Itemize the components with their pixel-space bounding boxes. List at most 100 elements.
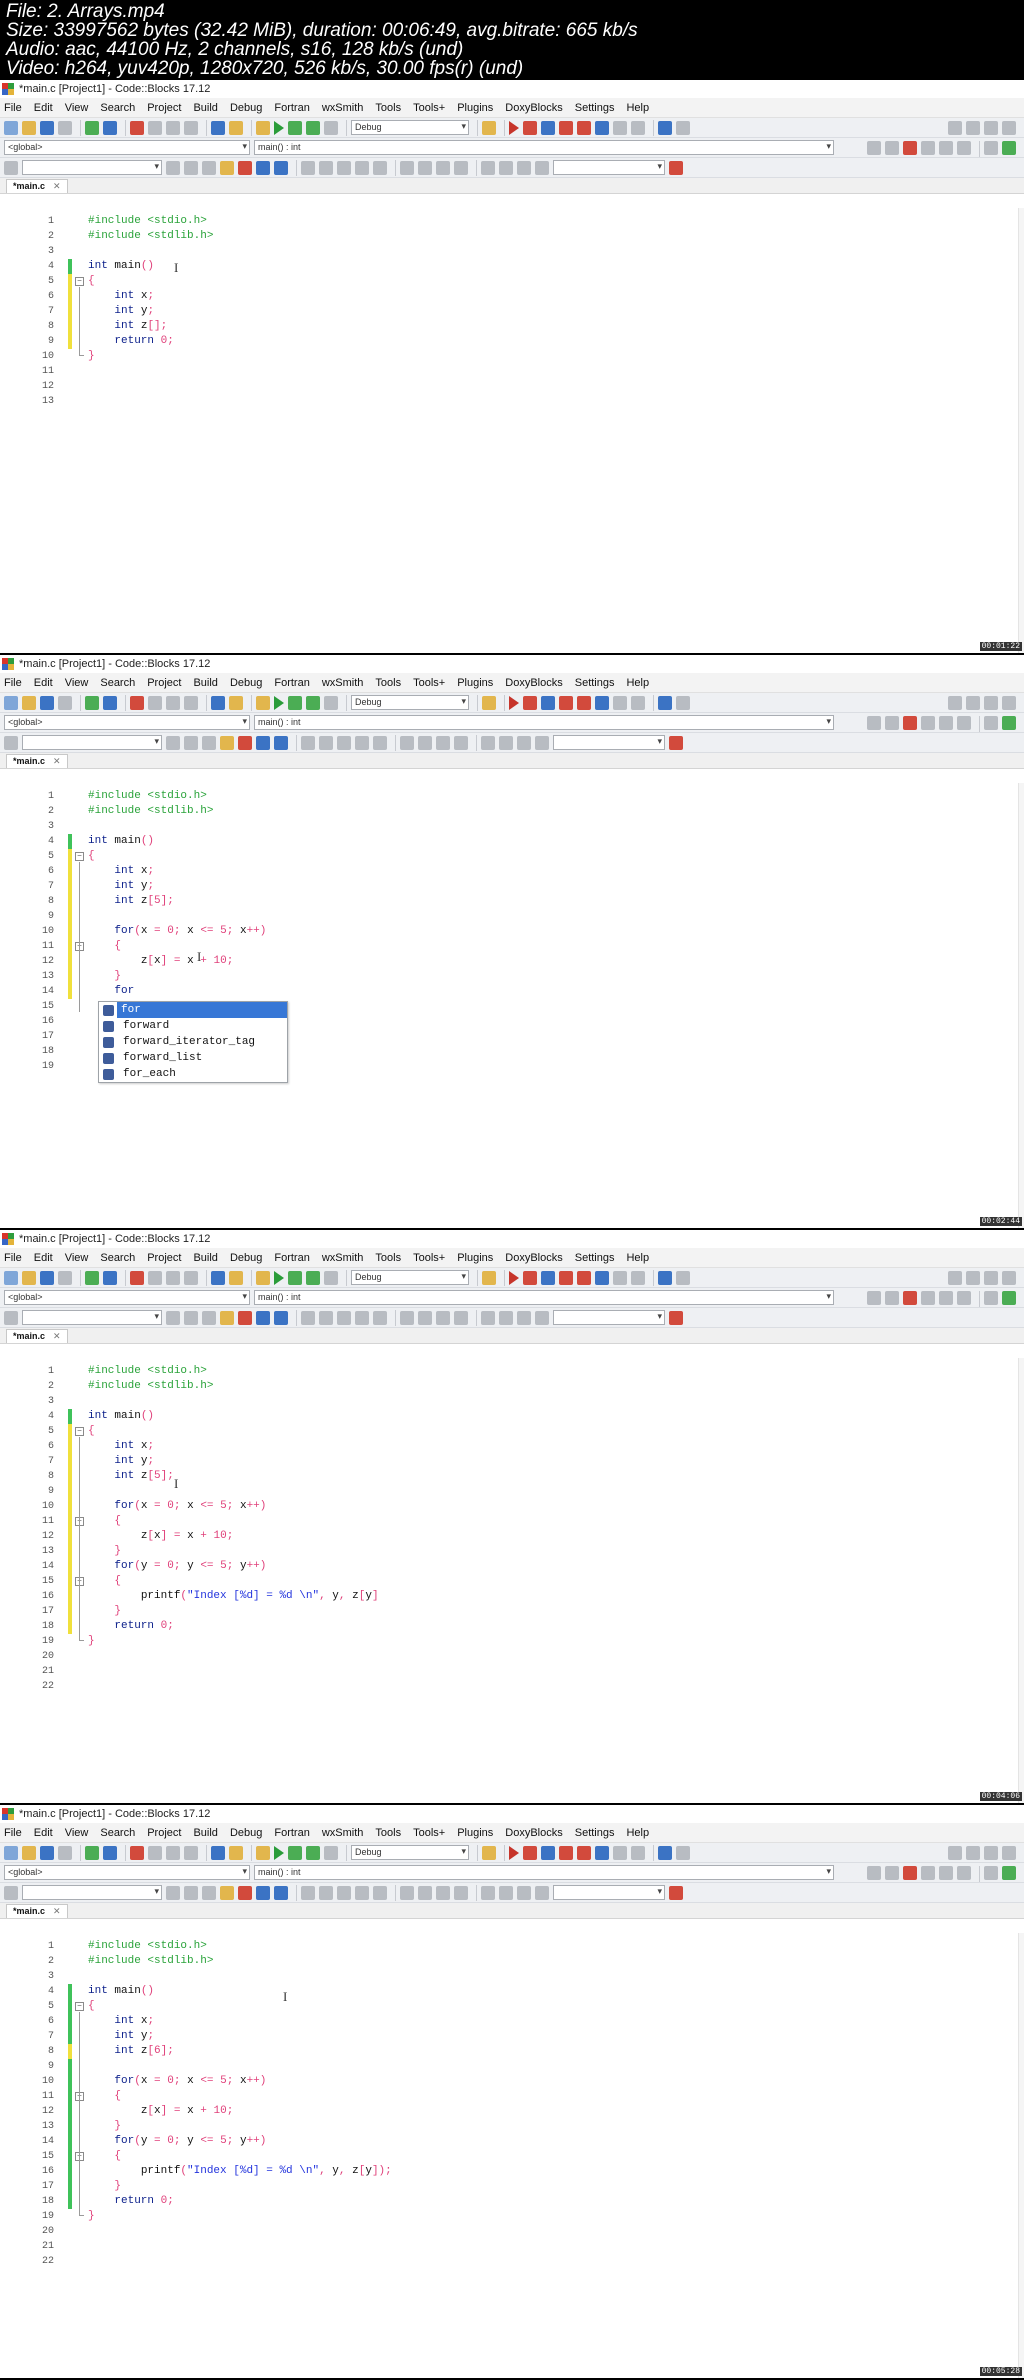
find-select[interactable] xyxy=(553,1885,665,1900)
toolbar-button-icon[interactable] xyxy=(966,1846,980,1860)
toolbar-button-icon[interactable] xyxy=(256,1845,270,1860)
toolbar-button-icon[interactable] xyxy=(229,1845,243,1860)
scope-select[interactable]: <global> xyxy=(4,715,250,730)
toolbar-button-icon[interactable] xyxy=(509,120,519,135)
toolbar-button-icon[interactable] xyxy=(436,735,450,750)
toolbar-button-icon[interactable] xyxy=(324,1845,338,1860)
toolbar-button-icon[interactable] xyxy=(658,1270,672,1285)
toolbar-button-icon[interactable] xyxy=(939,1866,953,1880)
toolbar-button-icon[interactable] xyxy=(957,1866,971,1880)
toolbar-button-icon[interactable] xyxy=(256,1310,270,1325)
toolbar-button-icon[interactable] xyxy=(274,120,284,135)
menu-edit[interactable]: Edit xyxy=(34,1252,53,1264)
toolbar-button-icon[interactable] xyxy=(103,695,117,710)
toolbar-button-icon[interactable] xyxy=(184,120,198,135)
toolbar-button-icon[interactable] xyxy=(148,1845,162,1860)
toolbar-button-icon[interactable] xyxy=(541,695,555,710)
toolbar-button-icon[interactable] xyxy=(337,1310,351,1325)
menu-doxyblocks[interactable]: DoxyBlocks xyxy=(505,1252,562,1264)
toolbar-button-icon[interactable] xyxy=(202,1885,216,1900)
toolbar-button-icon[interactable] xyxy=(130,120,144,135)
toolbar-button-icon[interactable] xyxy=(436,1885,450,1900)
editor-scrollbar[interactable] xyxy=(1018,1933,1024,2378)
toolbar-button-icon[interactable] xyxy=(499,735,513,750)
toolbar-button-icon[interactable] xyxy=(669,735,683,750)
toolbar-button-icon[interactable] xyxy=(984,121,998,135)
toolbar-button-icon[interactable] xyxy=(306,1270,320,1285)
toolbar-button-icon[interactable] xyxy=(130,695,144,710)
toolbar-button-icon[interactable] xyxy=(4,1270,18,1285)
toolbar-button-icon[interactable] xyxy=(454,735,468,750)
toolbar-button-icon[interactable] xyxy=(523,120,537,135)
menu-tools[interactable]: Tools+ xyxy=(413,677,445,689)
toolbar-button-icon[interactable] xyxy=(337,735,351,750)
toolbar-button-icon[interactable] xyxy=(288,695,302,710)
toolbar-button-icon[interactable] xyxy=(4,735,18,750)
menu-search[interactable]: Search xyxy=(100,1827,135,1839)
toolbar-button-icon[interactable] xyxy=(984,716,998,730)
menu-search[interactable]: Search xyxy=(100,102,135,114)
toolbar-button-icon[interactable] xyxy=(499,1885,513,1900)
code-editor[interactable]: 1 #include <stdio.h> 2 #include <stdlib.h> 3… xyxy=(0,1933,1024,2378)
toolbar-button-icon[interactable] xyxy=(306,1845,320,1860)
toolbar-button-icon[interactable] xyxy=(256,1270,270,1285)
toolbar-button-icon[interactable] xyxy=(481,160,495,175)
toolbar-button-icon[interactable] xyxy=(595,1845,609,1860)
toolbar-button-icon[interactable] xyxy=(535,160,549,175)
toolbar-button-icon[interactable] xyxy=(4,695,18,710)
toolbar-button-icon[interactable] xyxy=(238,1885,252,1900)
menu-tools[interactable]: Tools+ xyxy=(413,1252,445,1264)
toolbar-button-icon[interactable] xyxy=(903,1866,917,1880)
toolbar-button-icon[interactable] xyxy=(355,1885,369,1900)
toolbar-button-icon[interactable] xyxy=(454,1885,468,1900)
find-select[interactable] xyxy=(553,1310,665,1325)
toolbar-button-icon[interactable] xyxy=(166,1310,180,1325)
toolbar-button-icon[interactable] xyxy=(577,1845,591,1860)
toolbar-button-icon[interactable] xyxy=(481,1310,495,1325)
toolbar-button-icon[interactable] xyxy=(921,716,935,730)
toolbar-button-icon[interactable] xyxy=(499,1310,513,1325)
toolbar-button-icon[interactable] xyxy=(4,160,18,175)
toolbar-button-icon[interactable] xyxy=(577,1270,591,1285)
scope-select[interactable]: <global> xyxy=(4,1290,250,1305)
menu-edit[interactable]: Edit xyxy=(34,677,53,689)
menu-file[interactable]: File xyxy=(4,1827,22,1839)
toolbar-button-icon[interactable] xyxy=(559,1845,573,1860)
tab-main-c[interactable]: *main.c ✕ xyxy=(6,1904,68,1918)
toolbar-button-icon[interactable] xyxy=(559,1270,573,1285)
toolbar-button-icon[interactable] xyxy=(1002,121,1016,135)
autocomplete-popup[interactable]: for forward forward_iterator_tag forward_li… xyxy=(98,1001,288,1083)
menu-tools[interactable]: Tools+ xyxy=(413,1827,445,1839)
menu-help[interactable]: Help xyxy=(626,677,649,689)
menu-view[interactable]: View xyxy=(65,1252,89,1264)
toolbar-button-icon[interactable] xyxy=(1002,696,1016,710)
search-select[interactable] xyxy=(22,735,162,750)
toolbar-button-icon[interactable] xyxy=(288,1845,302,1860)
toolbar-button-icon[interactable] xyxy=(274,160,288,175)
toolbar-button-icon[interactable] xyxy=(482,695,496,710)
toolbar-button-icon[interactable] xyxy=(669,1310,683,1325)
toolbar-button-icon[interactable] xyxy=(306,695,320,710)
menu-view[interactable]: View xyxy=(65,102,89,114)
toolbar-button-icon[interactable] xyxy=(22,1270,36,1285)
toolbar-button-icon[interactable] xyxy=(184,695,198,710)
toolbar-button-icon[interactable] xyxy=(984,141,998,155)
autocomplete-item[interactable]: forward xyxy=(99,1018,287,1034)
toolbar-button-icon[interactable] xyxy=(355,160,369,175)
autocomplete-item[interactable]: for xyxy=(103,1002,287,1018)
menu-build[interactable]: Build xyxy=(193,677,217,689)
autocomplete-item[interactable]: for_each xyxy=(99,1066,287,1082)
tab-main-c[interactable]: *main.c ✕ xyxy=(6,754,68,768)
toolbar-button-icon[interactable] xyxy=(957,1291,971,1305)
toolbar-button-icon[interactable] xyxy=(58,120,72,135)
toolbar-button-icon[interactable] xyxy=(202,1310,216,1325)
toolbar-button-icon[interactable] xyxy=(319,160,333,175)
toolbar-button-icon[interactable] xyxy=(658,695,672,710)
toolbar-button-icon[interactable] xyxy=(631,1845,645,1860)
menu-project[interactable]: Project xyxy=(147,1827,181,1839)
toolbar-button-icon[interactable] xyxy=(613,1845,627,1860)
toolbar-button-icon[interactable] xyxy=(274,1885,288,1900)
menu-project[interactable]: Project xyxy=(147,102,181,114)
menu-edit[interactable]: Edit xyxy=(34,1827,53,1839)
menu-plugins[interactable]: Plugins xyxy=(457,1827,493,1839)
